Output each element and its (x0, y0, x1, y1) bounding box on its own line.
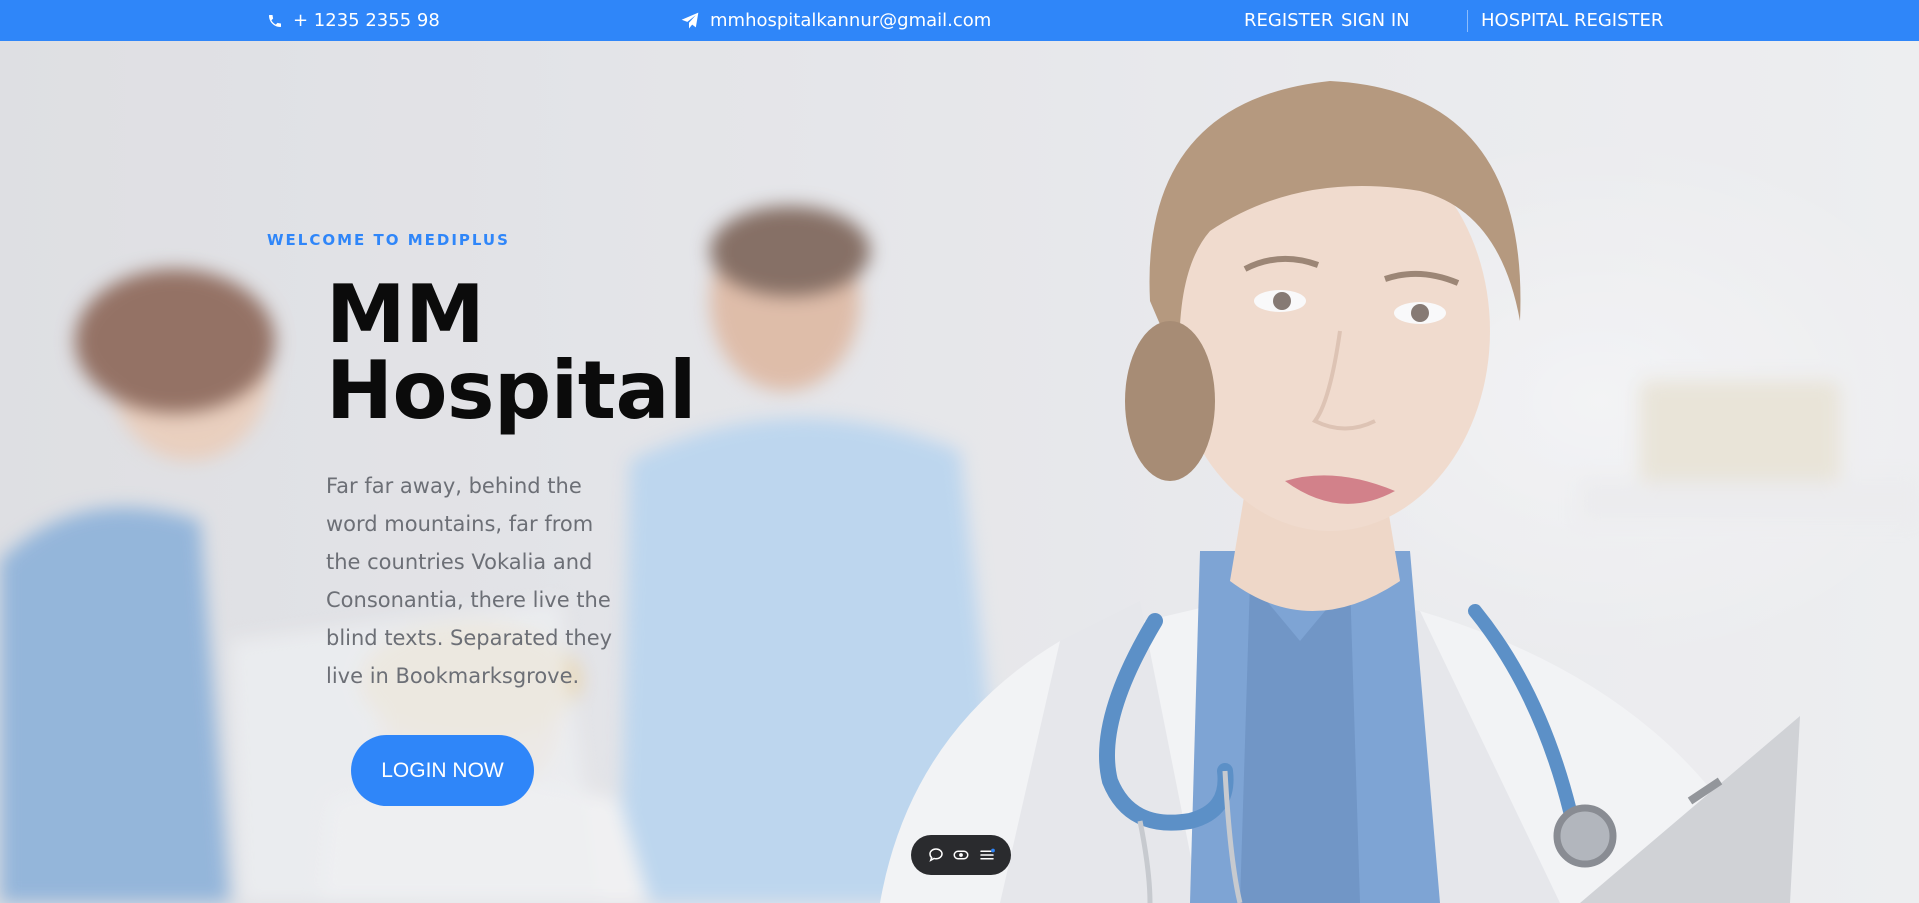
top-bar: + 1235 2355 98 mmhospitalkannur@gmail.co… (0, 0, 1919, 41)
hero-description: Far far away, behind the word mountains,… (326, 474, 613, 688)
page-title: MM Hospital (326, 275, 746, 431)
title-line-2: Hospital (326, 344, 696, 437)
topbar-divider (1467, 10, 1468, 32)
contact-email: mmhospitalkannur@gmail.com (680, 0, 991, 41)
email-address: mmhospitalkannur@gmail.com (710, 10, 992, 31)
hero-section: WELCOME TO MEDIPLUS MM Hospital Far far … (0, 41, 1919, 903)
menu-list-icon[interactable] (978, 846, 996, 864)
chat-bubble-icon[interactable] (927, 846, 945, 864)
eye-icon[interactable] (952, 846, 970, 864)
login-now-button[interactable]: LOGIN NOW (351, 735, 534, 806)
floating-toolbar[interactable] (911, 835, 1011, 875)
phone-number: + 1235 2355 98 (293, 10, 440, 31)
register-link-label[interactable]: REGISTER (1244, 10, 1333, 31)
hospital-register-link-label[interactable]: HOSPITAL REGISTER (1481, 10, 1663, 31)
hero-overlay (0, 41, 1919, 903)
hero-eyebrow: WELCOME TO MEDIPLUS (267, 231, 510, 249)
register-link[interactable]: REGISTER (1244, 0, 1333, 41)
sign-in-link[interactable]: SIGN IN (1341, 0, 1410, 41)
paper-plane-icon (680, 11, 700, 31)
hospital-register-link[interactable]: HOSPITAL REGISTER (1481, 0, 1663, 41)
phone-icon (267, 13, 283, 29)
sign-in-link-label[interactable]: SIGN IN (1341, 10, 1410, 31)
contact-phone: + 1235 2355 98 (267, 0, 440, 41)
